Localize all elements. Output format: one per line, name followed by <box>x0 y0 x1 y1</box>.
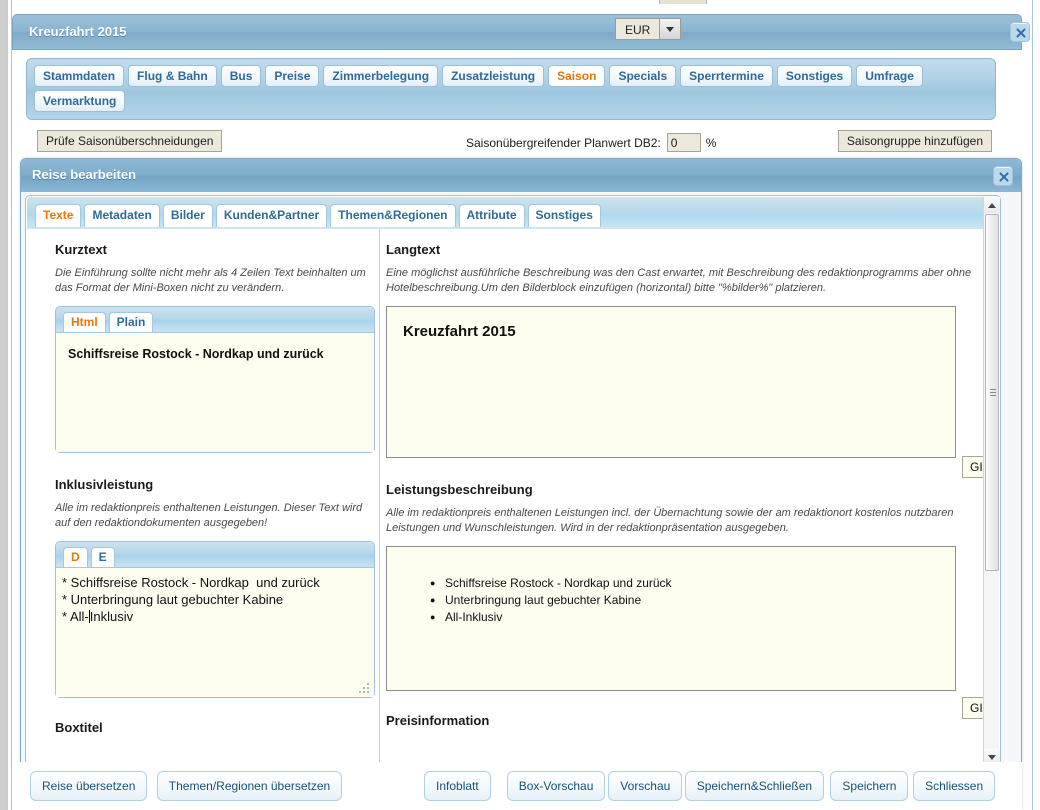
inklusiv-line-3-after: Inklusiv <box>89 609 134 624</box>
tab-zimmerbelegung[interactable]: Zimmerbelegung <box>323 65 439 87</box>
language-tab-list: DE <box>56 542 374 567</box>
tab-sonstiges[interactable]: Sonstiges <box>776 65 853 87</box>
kurztext-editor-area[interactable]: Schiffsreise Rostock - Nordkap und zurüc… <box>56 332 374 452</box>
tab-specials[interactable]: Specials <box>609 65 677 87</box>
dialog-tab-texte[interactable]: Texte <box>35 204 82 227</box>
inklusivleistung-hint: Alle im redaktionpreis enthaltenen Leist… <box>55 502 363 529</box>
tab-preise[interactable]: Preise <box>265 65 320 87</box>
preisinformation-heading: Preisinformation <box>386 713 490 728</box>
dialog-tab-list: Texte Metadaten Bilder Kunden&Partner Themen… <box>35 204 604 227</box>
window-title-bar: Kreuzfahrt 2015 <box>12 14 1022 50</box>
top-strip <box>12 0 1022 14</box>
dialog-tab-kunden-partner[interactable]: Kunden&Partner <box>215 204 328 227</box>
left-column: Kurztext Die Einführung sollte nicht meh… <box>27 229 379 735</box>
inklusiv-line-2: * Unterbringung laut gebuchter Kabine <box>62 592 284 607</box>
page-title: Kreuzfahrt 2015 <box>29 24 127 39</box>
tab-umfrage[interactable]: Umfrage <box>856 65 923 87</box>
leistungsbeschreibung-hint: Alle im redaktionpreis enthaltenen Leist… <box>386 507 954 534</box>
footer-button-infoblatt[interactable]: Infoblatt <box>424 771 491 801</box>
tab-zusatzleistung[interactable]: Zusatzleistung <box>442 65 545 87</box>
footer-button-speichern-schlie-en[interactable]: Speichern&Schließen <box>684 771 825 801</box>
planwert-input[interactable] <box>666 133 701 152</box>
dialog-tab-bilder[interactable]: Bilder <box>162 204 213 227</box>
season-toolbar: Prüfe Saisonüberschneidungen Saisonüberg… <box>26 128 996 156</box>
footer-button-reise-bersetzen[interactable]: Reise übersetzen <box>30 771 148 801</box>
footer-button-schliessen[interactable]: Schliessen <box>913 771 996 801</box>
leistungsbeschreibung-editor-area[interactable]: Schiffsreise Rostock - Nordkap und zurüc… <box>386 546 956 691</box>
tab-vermarktung[interactable]: Vermarktung <box>34 90 126 112</box>
leistungsbeschreibung-heading: Leistungsbeschreibung <box>386 482 533 497</box>
list-item: Schiffsreise Rostock - Nordkap und zurüc… <box>430 575 955 592</box>
tab-sperrtermine[interactable]: Sperrtermine <box>680 65 773 87</box>
dialog-tab-sonstiges[interactable]: Sonstiges <box>527 204 601 227</box>
footer-button-vorschau[interactable]: Vorschau <box>608 771 683 801</box>
tab-saison[interactable]: Saison <box>548 65 606 87</box>
dialog-close-button[interactable] <box>993 166 1013 186</box>
inklusivleistung-textarea[interactable]: * Schiffsreise Rostock - Nordkap und zur… <box>56 567 374 697</box>
leistungsbeschreibung-bullet-list: Schiffsreise Rostock - Nordkap und zurüc… <box>430 575 955 626</box>
planwert-label: Saisonübergreifender Planwert DB2: <box>466 135 661 150</box>
currency-select[interactable]: EUR <box>615 18 682 40</box>
dialog-tab-themen-regionen[interactable]: Themen&Regionen <box>330 204 456 227</box>
content-vertical-scrollbar[interactable] <box>983 197 1000 765</box>
right-column: Langtext Eine möglichst ausführliche Bes… <box>380 229 999 728</box>
dialog-title-bar: Reise bearbeiten <box>21 159 1021 192</box>
list-item: All-Inklusiv <box>430 609 955 626</box>
tab-flug-bahn[interactable]: Flug & Bahn <box>128 65 217 87</box>
list-item: Unterbringung laut gebuchter Kabine <box>430 592 955 609</box>
tab-stammdaten[interactable]: Stammdaten <box>34 65 125 87</box>
window-close-button[interactable] <box>1010 22 1030 42</box>
planwert-field-group: Saisonübergreifender Planwert DB2: % <box>466 133 716 152</box>
inklusiv-line-3-before: * All- <box>62 609 89 624</box>
dialog-content-area: Kurztext Die Einführung sollte nicht meh… <box>27 229 999 764</box>
boxtitel-heading: Boxtitel <box>55 720 103 735</box>
currency-select-value[interactable]: EUR <box>615 18 661 40</box>
vertical-scroll-thumb[interactable] <box>985 214 999 571</box>
kurztext-heading: Kurztext <box>55 242 108 257</box>
kurztext-content: Schiffsreise Rostock - Nordkap und zurüc… <box>68 347 324 361</box>
inklusivleistung-editor: DE * Schiffsreise Rostock - Nordkap und … <box>55 541 375 698</box>
footer-button-speichern[interactable]: Speichern <box>830 771 909 801</box>
dialog-footer: Reise übersetzen Themen/Regionen übersetz… <box>12 762 1022 810</box>
langtext-hint: Eine möglichst ausführliche Beschreibung… <box>386 267 972 294</box>
main-tab-list: Stammdaten Flug & Bahn Bus Preise Zimmerbele… <box>34 65 990 115</box>
dialog-tab-strip: Texte Metadaten Bilder Kunden&Partner Themen… <box>27 197 999 229</box>
dialog-tab-attribute[interactable]: Attribute <box>458 204 525 227</box>
edit-trip-dialog: Reise bearbeiten Texte Metadaten Bilder Kun… <box>20 158 1022 810</box>
main-tab-panel: Stammdaten Flug & Bahn Bus Preise Zimmerbele… <box>26 58 996 120</box>
language-tab-d[interactable]: D <box>63 547 88 567</box>
chevron-down-icon[interactable] <box>660 18 682 40</box>
left-edge-strip <box>0 0 7 810</box>
footer-button-themen-regionen-bersetzen[interactable]: Themen/Regionen übersetzen <box>156 771 343 801</box>
kurztext-hint: Die Einführung sollte nicht mehr als 4 Z… <box>55 267 366 294</box>
dialog-body: Texte Metadaten Bilder Kunden&Partner Themen… <box>25 195 1001 765</box>
langtext-content-heading: Kreuzfahrt 2015 <box>403 323 516 340</box>
dialog-title: Reise bearbeiten <box>32 167 137 182</box>
offscreen-control-remnant <box>659 0 707 4</box>
kurztext-tab-html[interactable]: Html <box>63 312 106 332</box>
kurztext-editor-tabs: Html Plain <box>56 307 374 332</box>
dialog-tab-metadaten[interactable]: Metadaten <box>84 204 160 227</box>
check-season-overlaps-button[interactable]: Prüfe Saisonüberschneidungen <box>37 130 223 152</box>
add-season-group-button[interactable]: Saisongruppe hinzufügen <box>837 130 992 152</box>
language-tab-e[interactable]: E <box>90 547 115 567</box>
langtext-heading: Langtext <box>386 242 441 257</box>
footer-button-box-vorschau[interactable]: Box-Vorschau <box>506 771 606 801</box>
resize-grip-icon[interactable] <box>359 683 371 695</box>
kurztext-tab-plain[interactable]: Plain <box>108 312 154 332</box>
triangle-up-icon[interactable] <box>984 197 1000 213</box>
kurztext-editor: Html Plain Schiffsreise Rostock - Nordkap… <box>55 306 375 453</box>
percent-label: % <box>705 135 717 150</box>
langtext-editor-area[interactable]: Kreuzfahrt 2015 <box>386 306 956 458</box>
inklusivleistung-heading: Inklusivleistung <box>55 477 154 492</box>
inklusiv-line-1: * Schiffsreise Rostock - Nordkap und zur… <box>62 575 320 590</box>
tab-bus[interactable]: Bus <box>220 65 262 87</box>
